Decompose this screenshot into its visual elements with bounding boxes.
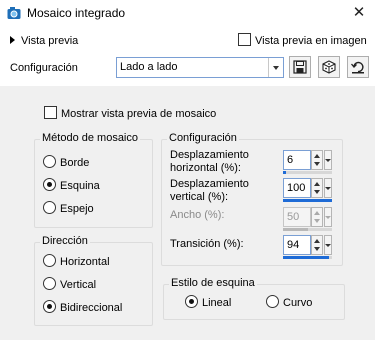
v-offset-slider-toggle[interactable]: [324, 178, 332, 198]
method-group-title: Método de mosaico: [40, 132, 140, 144]
corner-style-group-title: Estilo de esquina: [169, 277, 257, 289]
h-offset-input[interactable]: 6: [283, 150, 311, 170]
radio-label: Bidireccional: [60, 302, 123, 314]
radio-bidireccional[interactable]: [43, 300, 56, 313]
preview-label: Vista previa: [21, 35, 79, 47]
v-offset-value: 100: [287, 182, 306, 194]
direction-option-vertical[interactable]: Vertical: [43, 277, 96, 293]
field-label-line: Desplazamiento: [170, 178, 249, 190]
reset-button[interactable]: [347, 56, 369, 78]
width-label: Ancho (%):: [170, 209, 225, 221]
randomize-icon: [322, 60, 336, 74]
preset-dropdown[interactable]: Lado a lado: [116, 57, 284, 78]
radio-borde[interactable]: [43, 155, 56, 168]
config-label: Configuración: [10, 62, 78, 74]
v-offset-slider[interactable]: [283, 199, 332, 202]
h-offset-slider[interactable]: [283, 171, 332, 174]
radio-vertical[interactable]: [43, 277, 56, 290]
corner-option-lineal[interactable]: Lineal: [185, 295, 231, 311]
close-icon[interactable]: ✕: [346, 2, 372, 24]
slider-fill: [283, 256, 330, 259]
reset-icon: [351, 61, 364, 74]
mosaic-preview-label: Mostrar vista previa de mosaico: [61, 108, 217, 120]
save-preset-button[interactable]: [289, 56, 311, 78]
v-offset-stepper[interactable]: [311, 178, 323, 198]
transition-slider-toggle[interactable]: [324, 235, 332, 255]
transition-slider[interactable]: [283, 256, 332, 259]
window-title: Mosaico integrado: [27, 6, 126, 20]
randomize-button[interactable]: [318, 56, 340, 78]
radio-label: Borde: [60, 157, 90, 169]
preview-expander[interactable]: Vista previa: [10, 33, 78, 49]
radio-label: Vertical: [60, 279, 97, 291]
direction-option-horizontal[interactable]: Horizontal: [43, 254, 110, 270]
configuration-group-title: Configuración: [167, 132, 239, 144]
width-stepper: [311, 207, 323, 227]
width-value: 50: [287, 211, 300, 223]
slider-fill: [283, 171, 286, 174]
width-input: 50: [283, 207, 311, 227]
width-slider: [283, 228, 332, 231]
method-option-esquina[interactable]: Esquina: [43, 178, 100, 194]
direction-group-title: Dirección: [40, 235, 90, 247]
radio-esquina[interactable]: [43, 178, 56, 191]
image-preview-checkbox-row[interactable]: Vista previa en imagen: [238, 33, 367, 49]
radio-horizontal[interactable]: [43, 254, 56, 267]
h-offset-value: 6: [287, 154, 294, 166]
radio-label: Lineal: [202, 297, 232, 309]
method-option-borde[interactable]: Borde: [43, 155, 89, 171]
expand-arrow-icon: [10, 36, 15, 44]
chevron-down-icon[interactable]: [268, 58, 283, 77]
field-label-line: vertical (%):: [170, 191, 229, 203]
radio-lineal[interactable]: [185, 295, 198, 308]
transition-value: 94: [287, 239, 300, 251]
field-label-line: Desplazamiento: [170, 149, 249, 161]
h-offset-stepper[interactable]: [311, 150, 323, 170]
corner-option-curvo[interactable]: Curvo: [266, 295, 312, 311]
slider-fill: [283, 199, 332, 202]
preset-value: Lado a lado: [120, 61, 178, 73]
v-offset-label: Desplazamiento vertical (%):: [170, 178, 249, 204]
method-option-espejo[interactable]: Espejo: [43, 201, 94, 217]
radio-curvo[interactable]: [266, 295, 279, 308]
slider-fill: [283, 228, 308, 231]
image-preview-label: Vista previa en imagen: [255, 35, 367, 47]
h-offset-slider-toggle[interactable]: [324, 150, 332, 170]
field-label-line: horizontal (%):: [170, 162, 241, 174]
radio-espejo[interactable]: [43, 201, 56, 214]
save-preset-icon: [293, 60, 307, 74]
camera-app-icon: [7, 6, 21, 20]
radio-label: Horizontal: [60, 256, 110, 268]
radio-label: Curvo: [283, 297, 313, 309]
image-preview-checkbox[interactable]: [238, 33, 251, 46]
mosaic-preview-checkbox-row[interactable]: Mostrar vista previa de mosaico: [44, 106, 216, 122]
h-offset-label: Desplazamiento horizontal (%):: [170, 149, 249, 175]
radio-label: Espejo: [60, 203, 94, 215]
mosaic-preview-checkbox[interactable]: [44, 106, 57, 119]
direction-option-bidireccional[interactable]: Bidireccional: [43, 300, 122, 316]
transition-stepper[interactable]: [311, 235, 323, 255]
width-slider-toggle: [324, 207, 332, 227]
radio-label: Esquina: [60, 180, 100, 192]
v-offset-input[interactable]: 100: [283, 178, 311, 198]
transition-input[interactable]: 94: [283, 235, 311, 255]
transition-label: Transición (%):: [170, 238, 244, 250]
